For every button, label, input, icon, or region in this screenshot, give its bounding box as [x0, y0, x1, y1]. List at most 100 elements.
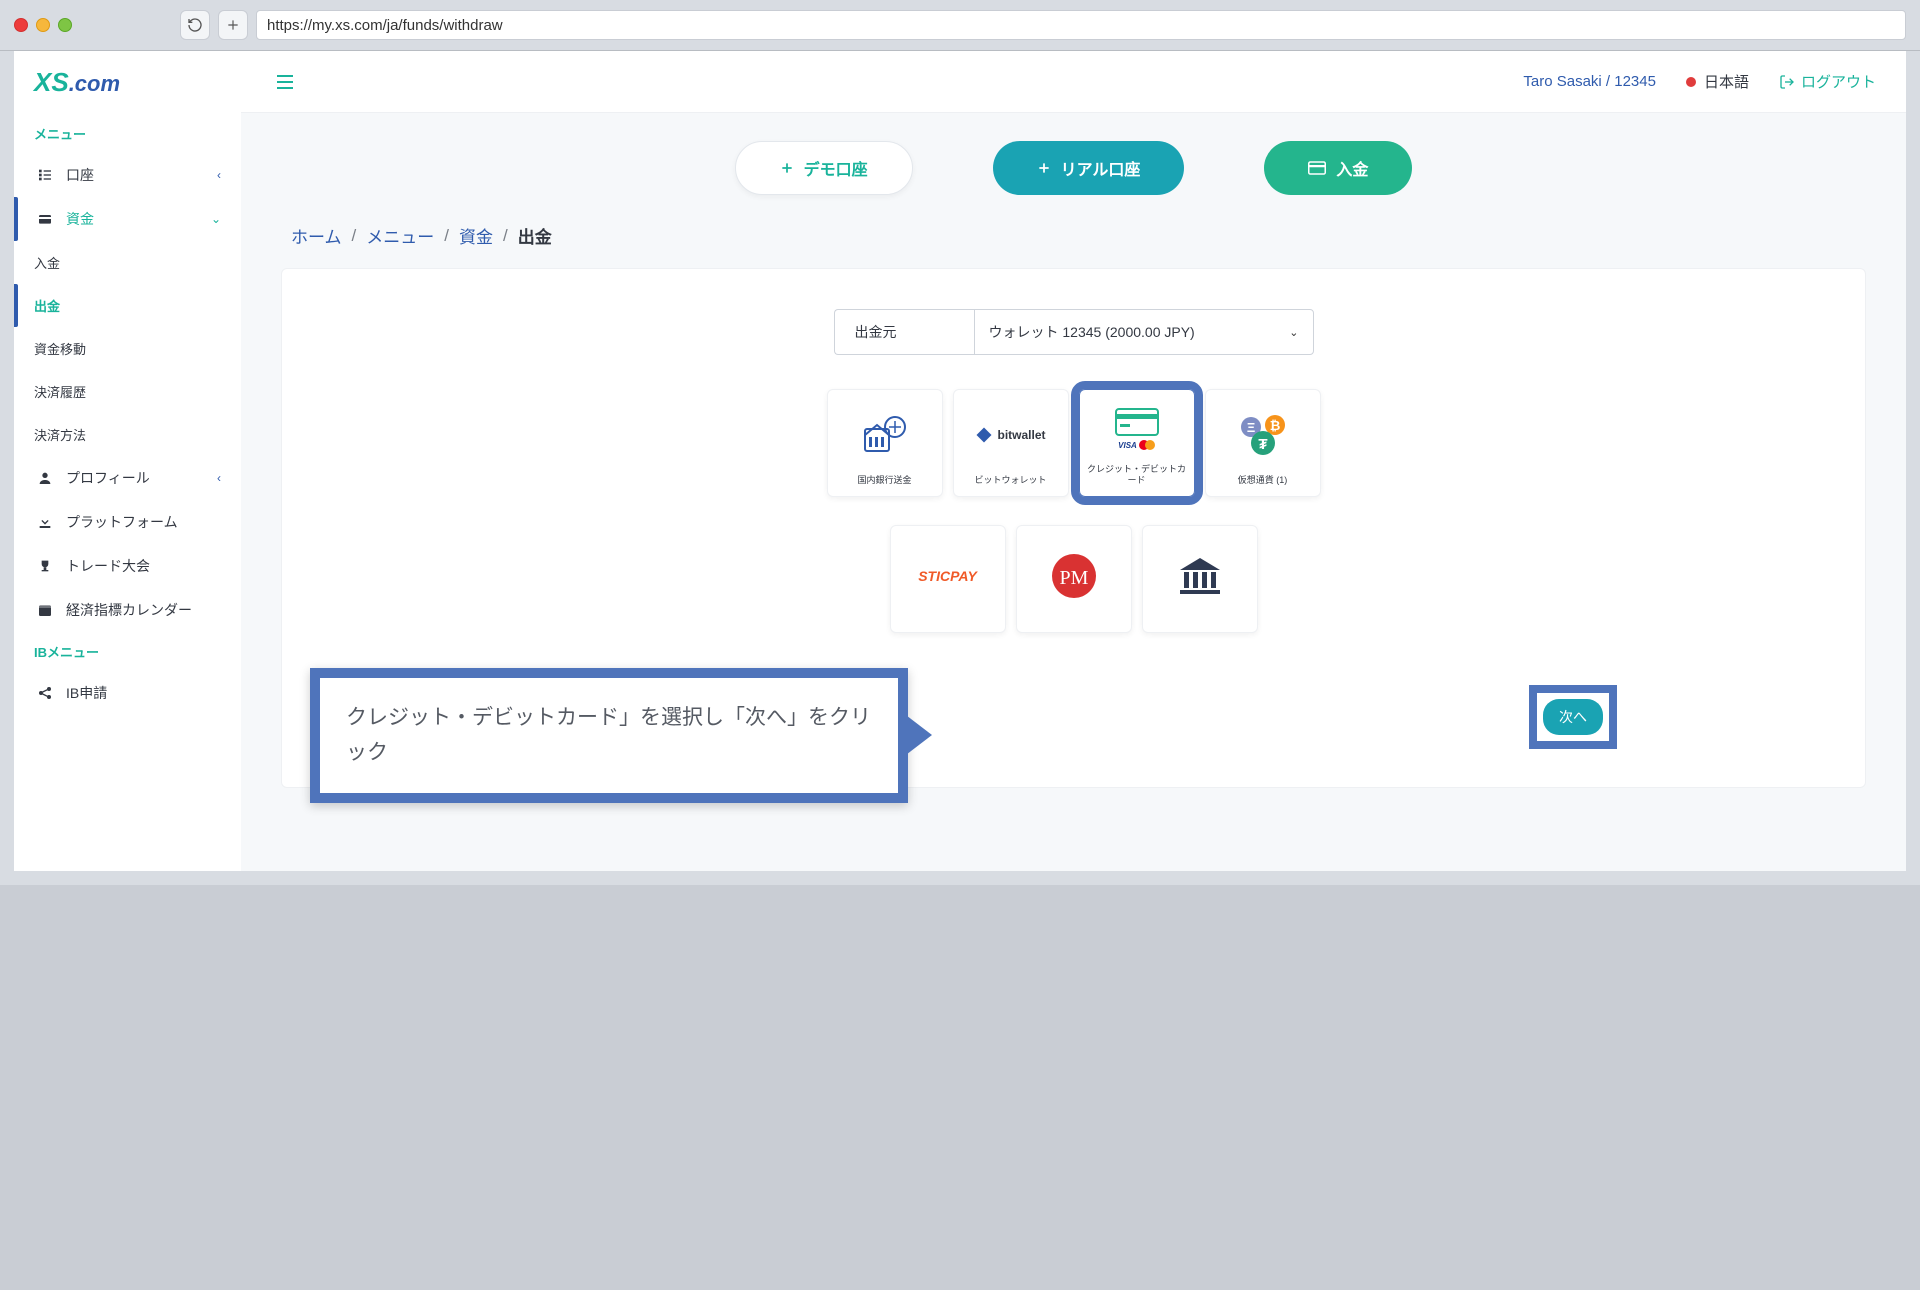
crypto-icon: Ξ ₿₮	[1212, 404, 1314, 465]
breadcrumb-menu[interactable]: メニュー	[366, 223, 434, 248]
method-crypto[interactable]: Ξ ₿₮ 仮想通貨 (1)	[1205, 389, 1321, 497]
plus-icon	[780, 161, 794, 175]
source-select[interactable]: ウォレット 12345 (2000.00 JPY) ⌄	[974, 309, 1314, 355]
button-label: リアル口座	[1061, 156, 1141, 180]
sidebar-sub-deposit[interactable]: 入金	[14, 241, 241, 284]
share-icon	[34, 685, 56, 701]
logo: XS.com	[14, 51, 241, 114]
breadcrumb-home[interactable]: ホーム	[291, 223, 342, 248]
sidebar-sub-history[interactable]: 決済履歴	[14, 370, 241, 413]
reload-button[interactable]	[180, 10, 210, 40]
plus-icon	[1037, 161, 1051, 175]
sidebar-item-calendar[interactable]: 経済指標カレンダー	[14, 588, 241, 632]
chevron-left-icon: ‹	[217, 471, 221, 485]
chevron-left-icon: ‹	[217, 168, 221, 182]
sidebar-item-label: プロフィール	[66, 468, 150, 488]
hamburger-button[interactable]	[271, 68, 299, 96]
chevron-down-icon: ⌄	[1289, 326, 1298, 339]
topbar: Taro Sasaki / 12345 日本語 ログアウト	[241, 51, 1906, 113]
logout-label: ログアウト	[1801, 71, 1876, 92]
sidebar-item-platform[interactable]: プラットフォーム	[14, 500, 241, 544]
sidebar-item-label: 出金	[34, 296, 60, 315]
method-card-credit[interactable]: VISA クレジット・デビットカード	[1079, 389, 1195, 497]
logout-button[interactable]: ログアウト	[1779, 71, 1876, 92]
credit-card-icon: VISA	[1086, 404, 1188, 454]
svg-text:PM: PM	[1059, 567, 1088, 589]
svg-text:₮: ₮	[1258, 436, 1267, 453]
button-label: デモ口座	[804, 156, 868, 180]
sidebar-sub-transfer[interactable]: 資金移動	[14, 327, 241, 370]
svg-text:Ξ: Ξ	[1246, 420, 1254, 435]
method-grid-row2: STICPAY PM	[332, 525, 1815, 633]
sidebar-item-ib-apply[interactable]: IB申請	[14, 671, 241, 715]
demo-account-button[interactable]: デモ口座	[735, 141, 913, 195]
logo-xs: XS	[34, 67, 69, 98]
calendar-icon	[34, 602, 56, 618]
language-label: 日本語	[1704, 71, 1749, 92]
deposit-button[interactable]: 入金	[1264, 141, 1412, 195]
sidebar-item-account[interactable]: 口座 ‹	[14, 153, 241, 197]
list-icon	[34, 167, 56, 183]
tooltip-arrow-icon	[898, 709, 932, 761]
method-wire[interactable]	[1142, 525, 1258, 633]
window-minimize-icon[interactable]	[36, 18, 50, 32]
breadcrumb-funds[interactable]: 資金	[459, 223, 493, 248]
trophy-icon	[34, 558, 56, 574]
bitwallet-brand: bitwallet	[997, 428, 1045, 442]
sidebar-item-contest[interactable]: トレード大会	[14, 544, 241, 588]
next-highlight: 次へ	[1529, 685, 1617, 749]
source-label: 出金元	[834, 309, 974, 355]
new-tab-button[interactable]	[218, 10, 248, 40]
language-selector[interactable]: 日本語	[1686, 71, 1749, 92]
pm-icon: PM	[1023, 540, 1125, 612]
top-user-label[interactable]: Taro Sasaki / 12345	[1523, 73, 1656, 90]
method-sticpay[interactable]: STICPAY	[890, 525, 1006, 633]
svg-text:₿: ₿	[1269, 418, 1280, 433]
sidebar-item-profile[interactable]: プロフィール ‹	[14, 456, 241, 500]
address-bar[interactable]: https://my.xs.com/ja/funds/withdraw	[256, 10, 1906, 40]
real-account-button[interactable]: リアル口座	[993, 141, 1185, 195]
bank-icon	[1149, 540, 1251, 612]
logo-com: .com	[69, 71, 120, 97]
method-label: クレジット・デビットカード	[1086, 464, 1188, 486]
method-pm[interactable]: PM	[1016, 525, 1132, 633]
method-label: 国内銀行送金	[857, 475, 911, 486]
user-icon	[34, 470, 56, 486]
sidebar-item-label: 資金	[66, 209, 94, 229]
window-close-icon[interactable]	[14, 18, 28, 32]
sidebar-item-funds[interactable]: 資金 ⌄	[14, 197, 241, 241]
sidebar-sub-methods[interactable]: 決済方法	[14, 413, 241, 456]
browser-chrome: https://my.xs.com/ja/funds/withdraw	[0, 0, 1920, 51]
sticpay-brand: STICPAY	[918, 568, 977, 584]
sidebar-item-label: 入金	[34, 253, 60, 272]
button-label: 入金	[1336, 156, 1368, 180]
withdraw-card: 出金元 ウォレット 12345 (2000.00 JPY) ⌄ 国内銀行送金 b…	[281, 268, 1866, 788]
method-label: 仮想通貨 (1)	[1238, 475, 1288, 486]
menu-group-label: メニュー	[14, 114, 241, 153]
method-bank[interactable]: 国内銀行送金	[827, 389, 943, 497]
instruction-tooltip: クレジット・デビットカード」を選択し「次へ」をクリック	[310, 668, 908, 803]
sidebar-item-label: IB申請	[66, 683, 107, 703]
source-row: 出金元 ウォレット 12345 (2000.00 JPY) ⌄	[332, 309, 1815, 355]
logout-icon	[1779, 74, 1795, 90]
sidebar-item-label: プラットフォーム	[66, 512, 178, 532]
next-button[interactable]: 次へ	[1543, 699, 1603, 735]
sidebar-item-label: 決済方法	[34, 425, 86, 444]
sidebar-item-label: トレード大会	[66, 556, 150, 576]
jp-flag-icon	[1686, 77, 1696, 87]
chevron-down-icon: ⌄	[211, 212, 221, 226]
method-bitwallet[interactable]: bitwallet ビットウォレット	[953, 389, 1069, 497]
bitwallet-icon: bitwallet	[960, 404, 1062, 465]
traffic-lights	[14, 18, 72, 32]
sidebar-item-label: 資金移動	[34, 339, 86, 358]
sticpay-icon: STICPAY	[897, 540, 999, 612]
breadcrumb-current: 出金	[518, 223, 552, 248]
window-zoom-icon[interactable]	[58, 18, 72, 32]
tooltip-text: クレジット・デビットカード」を選択し「次へ」をクリック	[346, 706, 871, 765]
wallet-icon	[34, 211, 56, 227]
url-text: https://my.xs.com/ja/funds/withdraw	[267, 17, 503, 34]
top-actions: デモ口座 リアル口座 入金	[281, 113, 1866, 223]
sidebar-item-label: 決済履歴	[34, 382, 86, 401]
ib-group-label: IBメニュー	[14, 632, 241, 671]
sidebar-sub-withdraw[interactable]: 出金	[14, 284, 241, 327]
